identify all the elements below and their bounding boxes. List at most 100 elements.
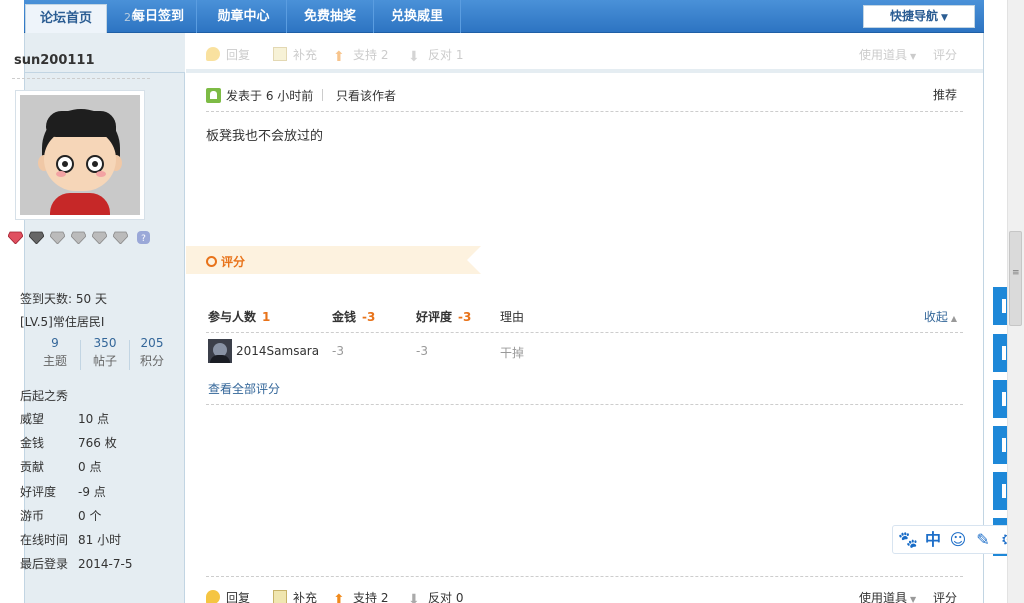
diamond-dark-icon[interactable] xyxy=(28,231,45,245)
nav-daily-signin[interactable]: 每日签到 xyxy=(120,0,197,33)
view-all-ratings-link[interactable]: 查看全部评分 xyxy=(208,380,280,397)
nav-forum-home[interactable]: 论坛首页 xyxy=(25,4,107,33)
rate-button[interactable]: 评分 xyxy=(933,46,957,63)
chevron-down-icon: ▼ xyxy=(910,52,917,61)
quick-nav-button[interactable]: 快捷导航 ▼ xyxy=(863,5,975,28)
arrow-down-icon: ⬇ xyxy=(408,592,420,603)
table-row: 2014Samsara -3 -3 干掉 xyxy=(206,333,963,369)
rep-total: -3 xyxy=(458,310,472,324)
side-float-tab[interactable] xyxy=(993,472,1007,510)
reply-button[interactable]: 回复 xyxy=(206,46,250,63)
rate-button[interactable]: 评分 xyxy=(933,589,957,603)
side-float-tab[interactable] xyxy=(993,426,1007,464)
rate-table-header: 参与人数 1 金钱 -3 好评度 -3 理由 收起 ▲ xyxy=(206,305,963,333)
prop-value: 0 个 xyxy=(78,509,102,523)
oppose-button[interactable]: ⬇ 反对 1 xyxy=(408,46,463,64)
diamond-red-icon[interactable] xyxy=(7,231,24,245)
reply-label: 回复 xyxy=(226,591,251,603)
prop-value: 81 小时 xyxy=(78,533,122,547)
diamond-gray-icon[interactable] xyxy=(70,231,87,245)
rate-label: 评分 xyxy=(933,48,958,62)
diamond-gray-icon[interactable] xyxy=(91,231,108,245)
money-total: -3 xyxy=(362,310,376,324)
paw-icon[interactable]: 🐾 xyxy=(897,529,919,551)
rate-section-label: 评分 xyxy=(206,253,245,270)
rater-name[interactable]: 2014Samsara xyxy=(236,344,319,358)
stat-posts[interactable]: 350 帖子 xyxy=(82,336,128,369)
reply-icon xyxy=(206,47,220,61)
support-button[interactable]: ⬆ 支持 2 xyxy=(333,589,388,603)
user-prop: 最后登录 2014-7-5 xyxy=(20,555,132,572)
user-prop: 游币 0 个 xyxy=(20,507,101,524)
user-prop: 金钱 766 枚 xyxy=(20,434,117,451)
chinese-mode-button[interactable]: 中 xyxy=(922,529,944,551)
money-label: 金钱 xyxy=(332,310,357,324)
recommend-link[interactable]: 推荐 xyxy=(933,86,957,103)
nav-medal-center[interactable]: 勋章中心 xyxy=(201,0,287,33)
side-float-tab[interactable] xyxy=(993,334,1007,372)
divider xyxy=(12,78,150,79)
online-status-icon xyxy=(206,88,221,103)
only-author-link[interactable]: 只看该作者 xyxy=(336,87,396,104)
grip-icon: ≡ xyxy=(1012,268,1020,278)
side-float-tab[interactable] xyxy=(993,287,1007,325)
divider xyxy=(206,576,963,577)
use-tools-button[interactable]: 使用道具 ▼ xyxy=(859,46,916,63)
prop-value: 766 枚 xyxy=(78,436,117,450)
supplement-button[interactable]: 补充 xyxy=(273,46,317,63)
stat-threads[interactable]: 9 主题 xyxy=(32,336,78,369)
collapse-label: 收起 xyxy=(923,310,948,324)
user-stats: 9 主题 350 帖子 205 积分 xyxy=(32,336,172,372)
side-float-tab[interactable] xyxy=(993,380,1007,418)
oppose-button[interactable]: ⬇ 反对 0 xyxy=(408,589,463,603)
rater-avatar[interactable] xyxy=(208,339,232,363)
pen-icon[interactable]: ✎ xyxy=(972,529,994,551)
help-icon[interactable]: ? xyxy=(136,231,151,244)
diamond-gray-icon[interactable] xyxy=(112,231,129,245)
prop-key: 贡献 xyxy=(20,460,45,474)
use-tools-button[interactable]: 使用道具 ▼ xyxy=(859,589,916,603)
supplement-button[interactable]: 补充 xyxy=(273,589,317,603)
user-level[interactable]: [LV.5]常住居民I xyxy=(20,313,104,330)
user-group[interactable]: 后起之秀 xyxy=(20,387,68,404)
author-name[interactable]: sun200111 xyxy=(14,53,95,68)
participants-count: 1 xyxy=(262,310,271,324)
signin-days: 签到天数: 50 天 xyxy=(20,292,107,306)
prop-key: 游币 xyxy=(20,509,45,523)
rater-rep: -3 xyxy=(416,344,428,358)
reply-label: 回复 xyxy=(226,48,251,62)
prop-key: 最后登录 xyxy=(20,557,69,571)
header-reputation: 好评度 -3 xyxy=(416,308,471,325)
rater-reason: 干掉 xyxy=(500,346,525,360)
nav-free-lottery[interactable]: 免费抽奖 xyxy=(287,0,374,33)
emoji-icon[interactable]: ☺ xyxy=(947,529,969,551)
support-button[interactable]: ⬆ 支持 2 xyxy=(333,46,388,64)
arrow-up-icon: ⬆ xyxy=(333,592,345,603)
reply-button[interactable]: 回复 xyxy=(206,589,250,603)
header-participants: 参与人数 1 xyxy=(208,308,270,325)
scrollbar-thumb[interactable] xyxy=(1009,231,1022,326)
use-tools-label: 使用道具 xyxy=(859,48,908,62)
avatar[interactable] xyxy=(15,90,145,220)
user-prop: 贡献 0 点 xyxy=(20,458,101,475)
collapse-button[interactable]: 收起 ▲ xyxy=(924,308,957,325)
nav-exchange[interactable]: 兑换威里 xyxy=(374,0,461,33)
chevron-down-icon: ▼ xyxy=(941,13,948,23)
avatar-image xyxy=(20,95,140,215)
diamond-gray-icon[interactable] xyxy=(49,231,66,245)
rate-label: 评分 xyxy=(933,591,958,603)
stat-points[interactable]: 205 积分 xyxy=(129,336,175,369)
user-prop: 威望 10 点 xyxy=(20,410,109,427)
header-reason: 理由 xyxy=(500,310,525,324)
prop-value: 10 点 xyxy=(78,412,110,426)
top-nav: 201 论坛首页 每日签到 勋章中心 免费抽奖 兑换威里 快捷导航 ▼ xyxy=(24,0,984,33)
support-label: 支持 2 xyxy=(353,591,389,603)
stat-num: 205 xyxy=(140,336,164,350)
prop-key: 在线时间 xyxy=(20,533,69,547)
prop-value: 2014-7-5 xyxy=(78,557,133,571)
stat-label: 主题 xyxy=(42,354,67,368)
post-time: 发表于 6 小时前 xyxy=(226,89,314,103)
circle-icon xyxy=(206,256,217,267)
prop-value: -9 点 xyxy=(78,485,106,499)
prop-key: 金钱 xyxy=(20,436,45,450)
